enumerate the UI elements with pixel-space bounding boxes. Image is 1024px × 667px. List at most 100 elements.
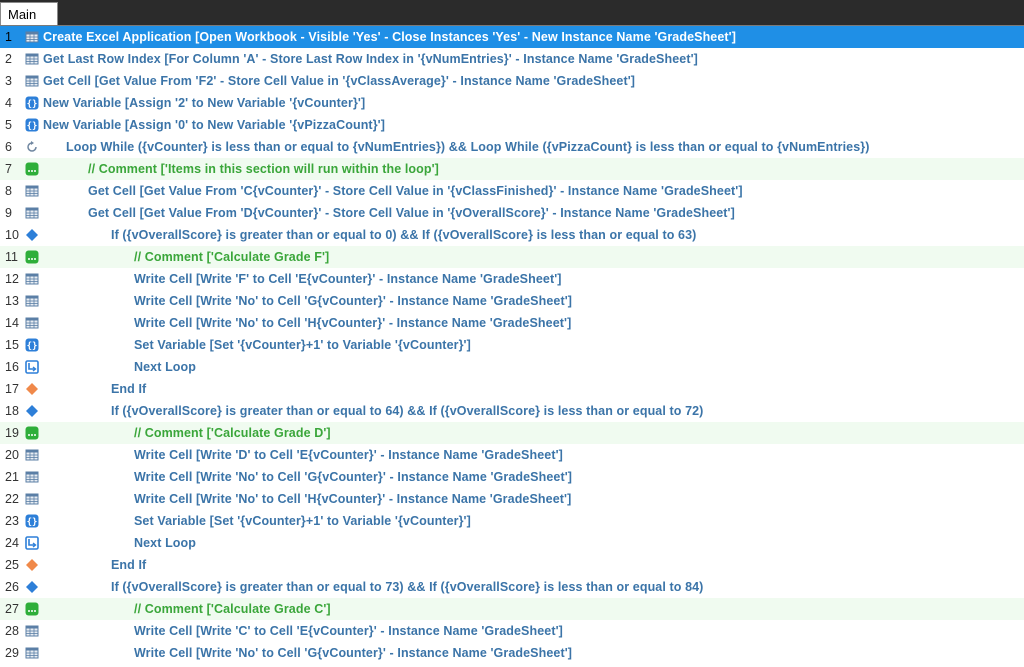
- row-gutter: 29: [0, 642, 40, 664]
- command-text: // Comment ['Items in this section will …: [88, 162, 439, 176]
- svg-text:{}: {}: [27, 121, 38, 131]
- command-text: Write Cell [Write 'No' to Cell 'G{vCount…: [134, 294, 573, 308]
- command-row[interactable]: 15 {} Set Variable [Set '{vCounter}+1' to …: [0, 334, 1024, 356]
- command-list[interactable]: 1 Create Excel Application [Open Workbook…: [0, 26, 1024, 667]
- command-text: Get Last Row Index [For Column 'A' - Sto…: [43, 52, 698, 66]
- command-text: If ({vOverallScore} is greater than or e…: [111, 404, 704, 418]
- command-text: If ({vOverallScore} is greater than or e…: [111, 228, 697, 242]
- variable-braces-icon: {}: [25, 96, 39, 110]
- comment-dots-icon: [25, 250, 39, 264]
- excel-grid-icon: [25, 470, 39, 484]
- comment-row[interactable]: 11 // Comment ['Calculate Grade F']: [0, 246, 1024, 268]
- command-text: Write Cell [Write 'D' to Cell 'E{vCounte…: [134, 448, 563, 462]
- row-gutter: 9: [0, 202, 40, 224]
- row-gutter: 14: [0, 312, 40, 334]
- line-number: 26: [5, 580, 19, 594]
- command-text: End If: [111, 382, 147, 396]
- command-text: Get Cell [Get Value From 'C{vCounter}' -…: [88, 184, 743, 198]
- svg-text:{}: {}: [27, 517, 38, 527]
- row-gutter: 16: [0, 356, 40, 378]
- command-row[interactable]: 16 Next Loop: [0, 356, 1024, 378]
- command-text: // Comment ['Calculate Grade C']: [134, 602, 331, 616]
- excel-grid-icon: [25, 624, 39, 638]
- command-row[interactable]: 25 End If: [0, 554, 1024, 576]
- command-row[interactable]: 6 Loop While ({vCounter} is less than or …: [0, 136, 1024, 158]
- excel-grid-icon: [25, 74, 39, 88]
- row-gutter: 6: [0, 136, 40, 158]
- command-row[interactable]: 17 End If: [0, 378, 1024, 400]
- comment-row[interactable]: 27 // Comment ['Calculate Grade C']: [0, 598, 1024, 620]
- line-number: 20: [5, 448, 19, 462]
- command-row[interactable]: 28 Write Cell [Write 'C' to Cell 'E{vCoun…: [0, 620, 1024, 642]
- command-row[interactable]: 10 If ({vOverallScore} is greater than or…: [0, 224, 1024, 246]
- command-row[interactable]: 14 Write Cell [Write 'No' to Cell 'H{vCou…: [0, 312, 1024, 334]
- command-row[interactable]: 18 If ({vOverallScore} is greater than or…: [0, 400, 1024, 422]
- comment-dots-icon: [25, 602, 39, 616]
- svg-text:{}: {}: [27, 341, 38, 351]
- command-row[interactable]: 4 {} New Variable [Assign '2' to New Varia…: [0, 92, 1024, 114]
- row-gutter: 23 {}: [0, 510, 40, 532]
- line-number: 10: [5, 228, 19, 242]
- comment-row[interactable]: 19 // Comment ['Calculate Grade D']: [0, 422, 1024, 444]
- end-if-diamond-icon: [25, 558, 39, 572]
- line-number: 24: [5, 536, 19, 550]
- row-gutter: 4 {}: [0, 92, 40, 114]
- line-number: 14: [5, 316, 19, 330]
- row-gutter: 10: [0, 224, 40, 246]
- command-row[interactable]: 29 Write Cell [Write 'No' to Cell 'G{vCou…: [0, 642, 1024, 664]
- excel-grid-icon: [25, 294, 39, 308]
- command-row[interactable]: 21 Write Cell [Write 'No' to Cell 'G{vCou…: [0, 466, 1024, 488]
- command-row[interactable]: 8 Get Cell [Get Value From 'C{vCounter}' …: [0, 180, 1024, 202]
- comment-dots-icon: [25, 426, 39, 440]
- line-number: 13: [5, 294, 19, 308]
- command-row[interactable]: 13 Write Cell [Write 'No' to Cell 'G{vCou…: [0, 290, 1024, 312]
- excel-grid-icon: [25, 492, 39, 506]
- command-row[interactable]: 22 Write Cell [Write 'No' to Cell 'H{vCou…: [0, 488, 1024, 510]
- command-row[interactable]: 20 Write Cell [Write 'D' to Cell 'E{vCoun…: [0, 444, 1024, 466]
- row-gutter: 2: [0, 48, 40, 70]
- command-row[interactable]: 1 Create Excel Application [Open Workbook…: [0, 26, 1024, 48]
- command-text: Set Variable [Set '{vCounter}+1' to Vari…: [134, 338, 471, 352]
- command-row[interactable]: 23 {} Set Variable [Set '{vCounter}+1' to …: [0, 510, 1024, 532]
- tab-main[interactable]: Main: [0, 2, 58, 26]
- row-gutter: 22: [0, 488, 40, 510]
- command-row[interactable]: 12 Write Cell [Write 'F' to Cell 'E{vCoun…: [0, 268, 1024, 290]
- variable-braces-icon: {}: [25, 514, 39, 528]
- row-gutter: 12: [0, 268, 40, 290]
- loop-arrow-icon: [25, 140, 39, 154]
- row-gutter: 3: [0, 70, 40, 92]
- command-text: Write Cell [Write 'C' to Cell 'E{vCounte…: [134, 624, 563, 638]
- command-text: New Variable [Assign '0' to New Variable…: [43, 118, 385, 132]
- comment-row[interactable]: 7 // Comment ['Items in this section will…: [0, 158, 1024, 180]
- command-row[interactable]: 2 Get Last Row Index [For Column 'A' - St…: [0, 48, 1024, 70]
- command-row[interactable]: 5 {} New Variable [Assign '0' to New Varia…: [0, 114, 1024, 136]
- command-text: Next Loop: [134, 536, 197, 550]
- row-gutter: 5 {}: [0, 114, 40, 136]
- line-number: 28: [5, 624, 19, 638]
- line-number: 6: [5, 140, 12, 154]
- excel-grid-icon: [25, 646, 39, 660]
- next-loop-icon: [25, 536, 39, 550]
- command-row[interactable]: 24 Next Loop: [0, 532, 1024, 554]
- excel-grid-icon: [25, 272, 39, 286]
- line-number: 5: [5, 118, 12, 132]
- command-row[interactable]: 26 If ({vOverallScore} is greater than or…: [0, 576, 1024, 598]
- row-gutter: 17: [0, 378, 40, 400]
- command-row[interactable]: 9 Get Cell [Get Value From 'D{vCounter}' …: [0, 202, 1024, 224]
- command-row[interactable]: 3 Get Cell [Get Value From 'F2' - Store C…: [0, 70, 1024, 92]
- row-gutter: 28: [0, 620, 40, 642]
- line-number: 19: [5, 426, 19, 440]
- excel-grid-icon: [25, 316, 39, 330]
- command-text: If ({vOverallScore} is greater than or e…: [111, 580, 704, 594]
- row-gutter: 20: [0, 444, 40, 466]
- comment-dots-icon: [25, 162, 39, 176]
- row-gutter: 15 {}: [0, 334, 40, 356]
- line-number: 16: [5, 360, 19, 374]
- command-text: // Comment ['Calculate Grade F']: [134, 250, 330, 264]
- line-number: 11: [5, 250, 18, 264]
- line-number: 25: [5, 558, 19, 572]
- command-text: Write Cell [Write 'F' to Cell 'E{vCounte…: [134, 272, 562, 286]
- row-gutter: 8: [0, 180, 40, 202]
- if-diamond-icon: [25, 228, 39, 242]
- row-gutter: 18: [0, 400, 40, 422]
